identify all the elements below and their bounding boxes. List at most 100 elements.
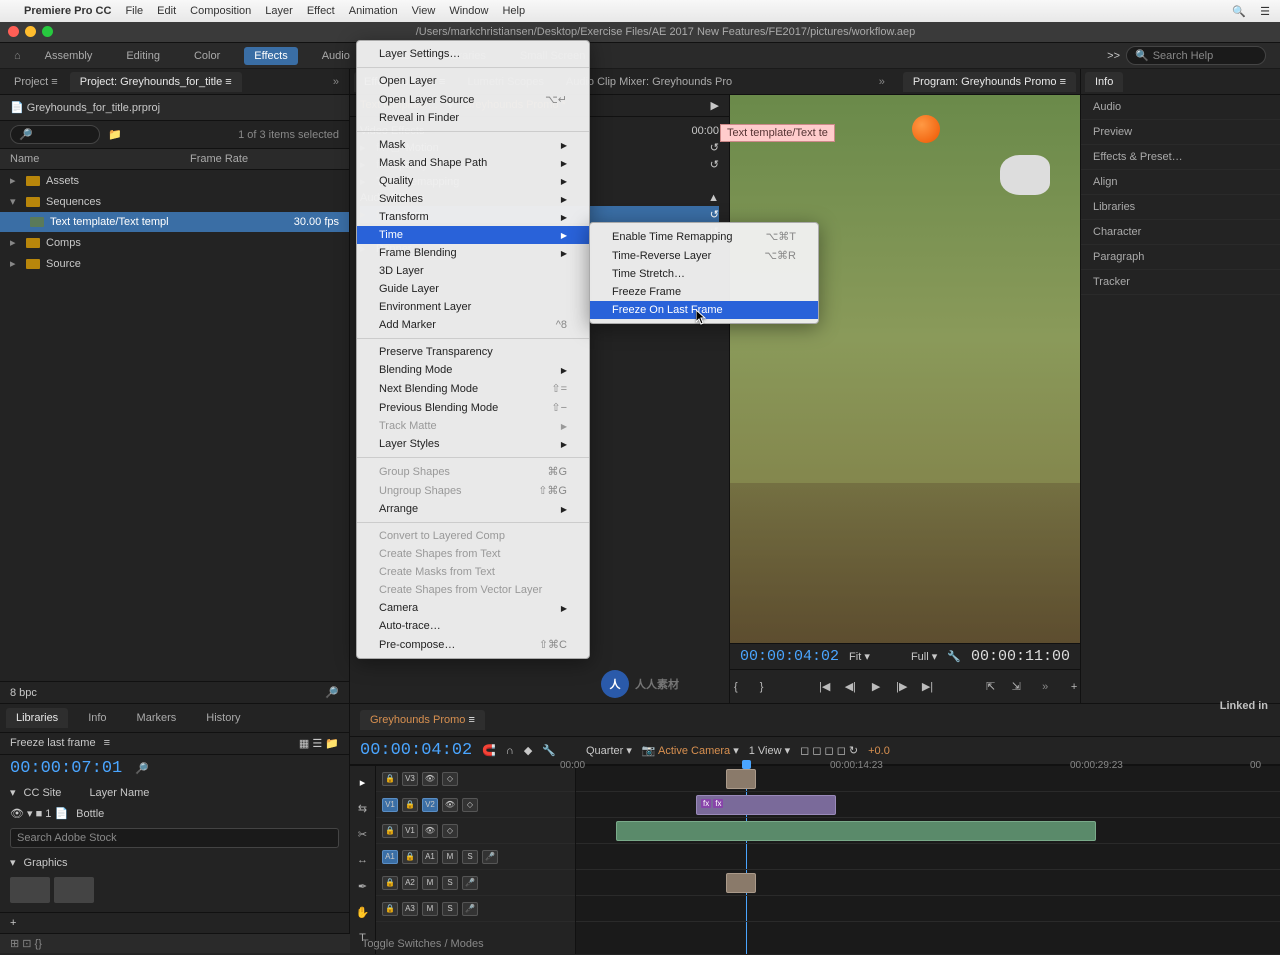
ctx-mask[interactable]: Mask <box>357 136 589 154</box>
track-a2[interactable]: 🔒A2MS🎤 <box>376 870 575 896</box>
menu-layer[interactable]: Layer <box>265 5 293 17</box>
ctx-time-stretch[interactable]: Time Stretch… <box>590 265 818 283</box>
menu-file[interactable]: File <box>125 5 143 17</box>
panel-align[interactable]: Align <box>1081 170 1280 195</box>
tab-history[interactable]: History <box>196 708 250 728</box>
ctx-track-matte[interactable]: Track Matte <box>357 417 589 435</box>
ctx-open-source[interactable]: Open Layer Source⌥↵ <box>357 90 589 109</box>
mark-in-icon[interactable]: { <box>730 677 742 697</box>
ctx-prev-blend[interactable]: Previous Blending Mode⇧− <box>357 398 589 417</box>
db-offset[interactable]: +0.0 <box>868 745 890 757</box>
graphics-row[interactable]: ▾ Graphics <box>0 852 349 873</box>
go-end-icon[interactable]: ▶| <box>922 677 934 697</box>
ctx-3d-layer[interactable]: 3D Layer <box>357 262 589 280</box>
project-search[interactable]: 🔎 <box>10 125 100 144</box>
ws-assembly[interactable]: Assembly <box>35 47 103 65</box>
tab-program[interactable]: Program: Greyhounds Promo ≡ <box>903 72 1076 92</box>
panel-audio[interactable]: Audio <box>1081 95 1280 120</box>
ctx-next-blend[interactable]: Next Blending Mode⇧= <box>357 379 589 398</box>
menu-animation[interactable]: Animation <box>349 5 398 17</box>
ctx-camera[interactable]: Camera <box>357 599 589 617</box>
ctx-arrange[interactable]: Arrange <box>357 500 589 518</box>
panel-tracker[interactable]: Tracker <box>1081 270 1280 295</box>
col-framerate[interactable]: Frame Rate <box>190 153 339 165</box>
menu-view[interactable]: View <box>412 5 436 17</box>
tab-info2[interactable]: Info <box>78 708 116 728</box>
toggle-switches[interactable]: Toggle Switches / Modes <box>362 938 484 950</box>
libraries-tc[interactable]: 00:00:07:01 <box>10 759 122 778</box>
panel-preview[interactable]: Preview <box>1081 120 1280 145</box>
track-lanes[interactable]: fxfx <box>576 766 1280 954</box>
bin-icon[interactable]: 📁 <box>108 128 122 141</box>
ctx-open-layer[interactable]: Open Layer <box>357 72 589 90</box>
ctx-switches[interactable]: Switches <box>357 190 589 208</box>
ctx-guide-layer[interactable]: Guide Layer <box>357 280 589 298</box>
menu-edit[interactable]: Edit <box>157 5 176 17</box>
track-a3[interactable]: 🔒A3MS🎤 <box>376 896 575 922</box>
project-row-text-template[interactable]: Text template/Text templ30.00 fps <box>0 212 349 232</box>
seq-tc[interactable]: 00:00:04:02 <box>360 741 472 760</box>
tab-project-greyhounds[interactable]: Project: Greyhounds_for_title ≡ <box>70 72 242 92</box>
adobe-stock-search[interactable]: Search Adobe Stock <box>10 828 339 848</box>
hand-tool-icon[interactable]: ✋ <box>353 902 373 922</box>
ctx-reveal[interactable]: Reveal in Finder <box>357 109 589 127</box>
ctx-blending[interactable]: Blending Mode <box>357 361 589 379</box>
app-name[interactable]: Premiere Pro CC <box>24 5 111 17</box>
wrench-icon[interactable]: 🔧 <box>542 744 556 757</box>
menu-effect[interactable]: Effect <box>307 5 335 17</box>
project-row-assets[interactable]: ▸Assets <box>0 170 349 191</box>
panel-libraries[interactable]: Libraries <box>1081 195 1280 220</box>
col-name[interactable]: Name <box>10 153 190 165</box>
panel-menu-icon[interactable]: » <box>327 76 345 88</box>
tab-sequence[interactable]: Greyhounds Promo ≡ <box>360 710 485 730</box>
full-dropdown[interactable]: Full ▾ <box>911 650 937 663</box>
clip-video[interactable]: fxfx <box>696 795 836 815</box>
zoom-window-icon[interactable] <box>42 26 53 37</box>
tab-libraries[interactable]: Libraries <box>6 708 68 728</box>
tab-project[interactable]: Project ≡ <box>4 72 68 92</box>
ws-effects[interactable]: Effects <box>244 47 297 65</box>
ctx-precompose[interactable]: Pre-compose…⇧⌘C <box>357 635 589 654</box>
program-monitor[interactable]: 00:00:04:02 Fit ▾ Full ▾ 🔧 00:00:11:00 {… <box>730 95 1080 703</box>
panel-effects-presets[interactable]: Effects & Preset… <box>1081 145 1280 170</box>
clip-thumb2[interactable] <box>726 873 756 893</box>
ctx-frame-blending[interactable]: Frame Blending <box>357 244 589 262</box>
menu-window[interactable]: Window <box>449 5 488 17</box>
ctx-freeze-last[interactable]: Freeze On Last Frame <box>590 301 818 319</box>
program-tc-current[interactable]: 00:00:04:02 <box>740 648 839 665</box>
close-window-icon[interactable] <box>8 26 19 37</box>
cc-site-row[interactable]: ▾ CC SiteLayer Name <box>0 782 349 803</box>
ctx-layer-styles[interactable]: Layer Styles <box>357 435 589 453</box>
pen-tool-icon[interactable]: ✒ <box>353 876 373 896</box>
ctx-preserve-trans[interactable]: Preserve Transparency <box>357 343 589 361</box>
ripple-tool-icon[interactable]: ⇆ <box>353 798 373 818</box>
panel-character[interactable]: Character <box>1081 220 1280 245</box>
extract-icon[interactable]: ⇲ <box>1010 677 1022 697</box>
ctx-enable-remap[interactable]: Enable Time Remapping⌥⌘T <box>590 227 818 246</box>
fit-dropdown[interactable]: Fit ▾ <box>849 650 870 663</box>
clip-thumb[interactable] <box>726 769 756 789</box>
help-search[interactable]: 🔍 Search Help <box>1126 46 1266 65</box>
ctx-time-reverse[interactable]: Time-Reverse Layer⌥⌘R <box>590 246 818 265</box>
ctx-mask-shape[interactable]: Mask and Shape Path <box>357 154 589 172</box>
mark-out-icon[interactable]: } <box>756 677 768 697</box>
step-fwd-icon[interactable]: |▶ <box>896 677 908 697</box>
camera-dropdown[interactable]: 📷 Active Camera ▾ <box>642 744 739 757</box>
ctx-env-layer[interactable]: Environment Layer <box>357 298 589 316</box>
track-a1[interactable]: A1🔒A1MS🎤 <box>376 844 575 870</box>
marker-icon[interactable]: ◆ <box>524 744 532 757</box>
panel-menu-icon[interactable]: » <box>873 76 891 88</box>
go-start-icon[interactable]: |◀ <box>819 677 831 697</box>
link-icon[interactable]: ∩ <box>506 745 514 757</box>
tab-markers[interactable]: Markers <box>127 708 187 728</box>
selection-tool-icon[interactable]: ▸ <box>353 772 373 792</box>
bpc-indicator[interactable]: 8 bpc <box>10 687 37 699</box>
project-row-comps[interactable]: ▸Comps <box>0 232 349 253</box>
minimize-window-icon[interactable] <box>25 26 36 37</box>
ws-color[interactable]: Color <box>184 47 230 65</box>
track-v2[interactable]: V1🔒V2👁◇ <box>376 792 575 818</box>
track-v3[interactable]: 🔒V3👁◇ <box>376 766 575 792</box>
play-icon[interactable]: ▶ <box>870 677 882 697</box>
clip-audio[interactable] <box>616 821 1096 841</box>
tab-info[interactable]: Info <box>1085 72 1123 92</box>
